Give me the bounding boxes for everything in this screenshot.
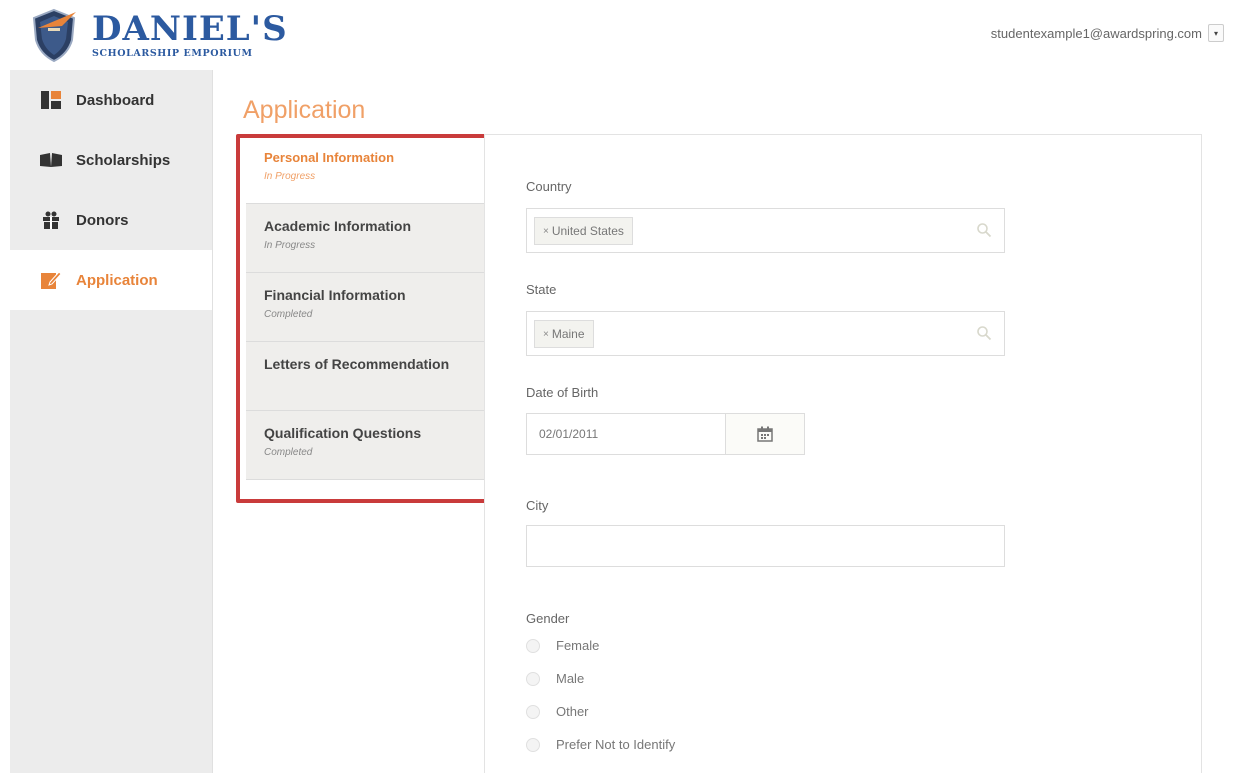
step-status: Completed bbox=[264, 447, 313, 458]
city-input[interactable] bbox=[526, 525, 1005, 567]
sidebar-item-dashboard[interactable]: Dashboard bbox=[10, 70, 212, 130]
edit-icon bbox=[40, 270, 62, 290]
country-select[interactable]: × United States bbox=[526, 208, 1005, 253]
shield-logo-icon bbox=[32, 8, 76, 63]
sidebar-item-label: Dashboard bbox=[76, 91, 155, 109]
radio-button[interactable] bbox=[526, 704, 540, 719]
step-title: Personal Information bbox=[264, 150, 395, 165]
radio-label: Prefer Not to Identify bbox=[556, 737, 676, 752]
remove-tag-icon[interactable]: × bbox=[543, 329, 549, 340]
step-title: Letters of Recommendation bbox=[264, 356, 450, 372]
page-title: Application bbox=[243, 96, 366, 124]
step-academic-information[interactable]: Academic Information In Progress bbox=[246, 204, 484, 273]
sidebar-item-label: Donors bbox=[76, 211, 129, 229]
calendar-button[interactable] bbox=[725, 413, 805, 455]
calendar-icon bbox=[757, 426, 773, 442]
gender-label: Gender bbox=[526, 611, 570, 626]
city-label: City bbox=[526, 498, 549, 513]
step-status: In Progress bbox=[264, 240, 316, 251]
state-tag: × Maine bbox=[534, 320, 594, 348]
step-qualification-questions[interactable]: Qualification Questions Completed bbox=[246, 411, 484, 480]
header: DANIEL'S SCHOLARSHIP EMPORIUM studentexa… bbox=[0, 0, 1250, 68]
dob-input[interactable]: 02/01/2011 bbox=[526, 413, 726, 455]
radio-button[interactable] bbox=[526, 671, 540, 686]
radio-button[interactable] bbox=[526, 737, 540, 752]
book-icon bbox=[40, 150, 62, 170]
state-select[interactable]: × Maine bbox=[526, 311, 1005, 356]
country-value: United States bbox=[551, 224, 624, 238]
radio-label: Male bbox=[556, 671, 585, 686]
radio-button[interactable] bbox=[526, 638, 540, 653]
radio-label: Other bbox=[556, 704, 589, 719]
dashboard-icon bbox=[40, 90, 62, 110]
step-status: Completed bbox=[264, 309, 313, 320]
step-title: Qualification Questions bbox=[264, 425, 422, 441]
sidebar-item-donors[interactable]: Donors bbox=[10, 190, 212, 250]
search-icon bbox=[977, 326, 992, 341]
sidebar-item-scholarships[interactable]: Scholarships bbox=[10, 130, 212, 190]
brand-name: DANIEL'S bbox=[92, 8, 288, 49]
sidebar-item-application[interactable]: Application bbox=[10, 250, 212, 310]
chevron-down-icon[interactable]: ▾ bbox=[1208, 24, 1224, 42]
step-title: Financial Information bbox=[264, 287, 406, 303]
dob-label: Date of Birth bbox=[526, 385, 599, 400]
user-email: studentexample1@awardspring.com bbox=[990, 25, 1202, 41]
state-label: State bbox=[526, 282, 557, 297]
sidebar: Dashboard Scholarships Donors Applicatio… bbox=[10, 70, 213, 773]
step-status: In Progress bbox=[264, 171, 316, 182]
remove-tag-icon[interactable]: × bbox=[543, 226, 549, 237]
gender-option-female[interactable]: Female bbox=[526, 638, 599, 653]
gender-option-other[interactable]: Other bbox=[526, 704, 589, 719]
step-letters-of-recommendation[interactable]: Letters of Recommendation bbox=[246, 342, 484, 411]
sidebar-item-label: Scholarships bbox=[76, 151, 171, 169]
search-icon bbox=[977, 223, 992, 238]
step-personal-information[interactable]: Personal Information In Progress bbox=[246, 136, 484, 204]
user-menu[interactable]: studentexample1@awardspring.com ▾ bbox=[991, 24, 1224, 42]
step-financial-information[interactable]: Financial Information Completed bbox=[246, 273, 484, 342]
radio-label: Female bbox=[556, 638, 600, 653]
state-value: Maine bbox=[551, 327, 585, 341]
personal-information-form: Country × United States State × Maine Da… bbox=[484, 134, 1202, 773]
gift-icon bbox=[40, 210, 62, 230]
country-label: Country bbox=[526, 179, 572, 194]
gender-option-prefer-not[interactable]: Prefer Not to Identify bbox=[526, 737, 675, 752]
country-tag: × United States bbox=[534, 217, 633, 245]
application-steps: Personal Information In Progress Academi… bbox=[246, 136, 484, 480]
step-title: Academic Information bbox=[264, 218, 412, 234]
brand-subtitle: SCHOLARSHIP EMPORIUM bbox=[92, 47, 253, 59]
logo[interactable]: DANIEL'S SCHOLARSHIP EMPORIUM bbox=[28, 6, 288, 64]
sidebar-item-label: Application bbox=[76, 271, 158, 289]
gender-option-male[interactable]: Male bbox=[526, 671, 584, 686]
